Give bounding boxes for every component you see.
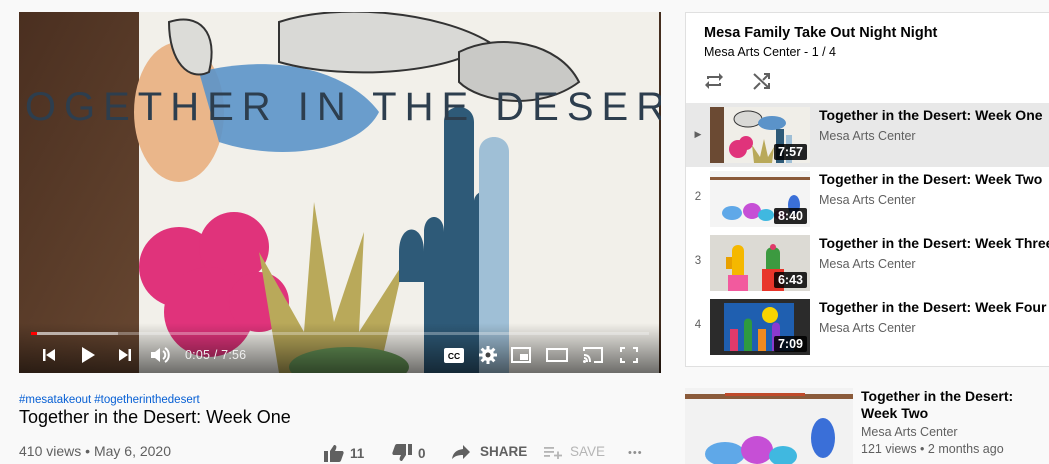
gear-icon xyxy=(479,346,497,364)
playlist-item-channel: Mesa Arts Center xyxy=(819,257,916,271)
playlist-item-title: Together in the Desert: Week One xyxy=(819,107,1043,123)
playlist-item-thumbnail: 6:43 xyxy=(710,235,810,291)
recommended-video[interactable]: Together in the Desert: Week Two Mesa Ar… xyxy=(685,388,1049,464)
theater-mode-button[interactable] xyxy=(545,345,569,365)
fullscreen-icon xyxy=(620,347,638,363)
duration-badge: 7:57 xyxy=(773,144,807,160)
save-label: SAVE xyxy=(570,444,606,459)
progress-played xyxy=(31,332,38,335)
miniplayer-icon xyxy=(511,347,531,363)
volume-icon xyxy=(151,347,170,363)
now-playing-indicator: ▶ xyxy=(694,129,702,139)
view-count: 410 views xyxy=(19,443,82,459)
playlist-add-icon xyxy=(544,446,562,459)
playlist-item[interactable]: 3 6:43 Together in the Desert: Week Thre… xyxy=(686,231,1049,295)
play-button[interactable] xyxy=(77,345,99,365)
dislike-count: 0 xyxy=(418,445,426,461)
recommended-stats: 121 views • 2 months ago xyxy=(861,442,1004,456)
playlist-item-channel: Mesa Arts Center xyxy=(819,129,916,143)
repeat-icon xyxy=(705,73,723,89)
share-button[interactable]: SHARE xyxy=(452,444,527,459)
playlist-item-thumbnail: 7:09 xyxy=(710,299,810,355)
progress-buffered xyxy=(31,332,118,335)
previous-button[interactable] xyxy=(39,345,59,365)
progress-bar[interactable] xyxy=(31,332,649,335)
play-icon xyxy=(82,347,95,363)
playlist-position: 1 / 4 xyxy=(811,45,837,59)
playlist-item-channel: Mesa Arts Center xyxy=(819,321,916,335)
cast-button[interactable] xyxy=(581,345,605,365)
playlist-title[interactable]: Mesa Family Take Out Night Night xyxy=(704,25,937,41)
svg-text:CC: CC xyxy=(448,351,460,361)
hashtag-link[interactable]: #togetherinthedesert xyxy=(94,394,200,406)
duration-badge: 6:43 xyxy=(773,272,807,288)
share-arrow-icon xyxy=(452,444,470,459)
cast-icon xyxy=(583,347,603,363)
video-title: Together in the Desert: Week One xyxy=(19,407,291,427)
playlist-item-title: Together in the Desert: Week Two xyxy=(819,171,1043,187)
total-duration: 7:56 xyxy=(221,348,247,362)
time-display: 0:05 / 7:56 xyxy=(185,348,246,362)
recommended-title: Together in the Desert: Week Two xyxy=(861,388,1014,421)
skip-previous-icon xyxy=(43,349,55,361)
video-player[interactable]: TOGETHER IN THE DESERT 0:05 / 7:56 CC xyxy=(19,12,661,373)
video-frame: TOGETHER IN THE DESERT xyxy=(19,12,661,373)
fullscreen-button[interactable] xyxy=(617,345,641,365)
playlist-item-channel: Mesa Arts Center xyxy=(819,193,916,207)
hashtag-list: #mesatakeout #togetherinthedesert xyxy=(19,394,203,406)
duration-badge: 8:40 xyxy=(773,208,807,224)
playlist-item-thumbnail: 7:57 xyxy=(710,107,810,163)
next-button[interactable] xyxy=(115,345,135,365)
thumbs-up-icon xyxy=(324,445,344,462)
volume-button[interactable] xyxy=(149,345,173,365)
playlist-item-index: 4 xyxy=(694,319,702,331)
like-button[interactable]: 11 xyxy=(324,444,364,462)
miniplayer-button[interactable] xyxy=(509,345,533,365)
theater-mode-icon xyxy=(546,348,568,362)
playlist-subtitle: Mesa Arts Center - 1 / 4 xyxy=(704,45,836,59)
save-button[interactable]: SAVE xyxy=(544,444,605,459)
skip-next-icon xyxy=(119,349,131,361)
playlist-separator: - xyxy=(800,45,812,59)
player-controls: 0:05 / 7:56 CC xyxy=(19,323,661,373)
settings-button[interactable] xyxy=(477,345,499,365)
recommended-thumbnail xyxy=(685,388,853,464)
playlist-item-title: Together in the Desert: Week Four xyxy=(819,299,1047,315)
share-label: SHARE xyxy=(480,444,528,459)
video-meta: 410 views • May 6, 2020 xyxy=(19,443,171,459)
shuffle-button[interactable] xyxy=(750,69,774,93)
dislike-button[interactable]: 0 xyxy=(392,444,426,462)
upload-date: May 6, 2020 xyxy=(93,443,172,459)
playlist-item-index: 2 xyxy=(694,191,702,203)
time-separator: / xyxy=(210,348,222,362)
captions-button[interactable]: CC xyxy=(443,345,465,365)
playlist-item-thumbnail: 8:40 xyxy=(710,171,810,227)
more-actions-button[interactable]: ••• xyxy=(628,447,643,459)
hashtag-link[interactable]: #mesatakeout xyxy=(19,394,91,406)
meta-separator: • xyxy=(81,443,94,459)
closed-captions-icon: CC xyxy=(444,347,464,363)
like-count: 11 xyxy=(350,445,365,461)
playlist-item-index: 3 xyxy=(694,255,702,267)
duration-badge: 7:09 xyxy=(773,336,807,352)
playlist-item[interactable]: ▶ 7:57 Together in the Desert: Week One … xyxy=(686,103,1049,167)
current-time: 0:05 xyxy=(185,348,211,362)
playlist-header: Mesa Family Take Out Night Night Mesa Ar… xyxy=(686,13,1049,103)
playlist-item-title: Together in the Desert: Week Three xyxy=(819,235,1049,251)
shuffle-icon xyxy=(753,73,770,90)
loop-button[interactable] xyxy=(702,69,726,93)
playlist-item[interactable]: 4 7:09 Together in the Desert: Week Four… xyxy=(686,295,1049,359)
thumbs-down-icon xyxy=(392,444,412,461)
recommended-channel: Mesa Arts Center xyxy=(861,425,958,439)
thumbnail-image xyxy=(685,388,853,464)
playlist-panel: Mesa Family Take Out Night Night Mesa Ar… xyxy=(685,12,1049,367)
playlist-channel[interactable]: Mesa Arts Center xyxy=(704,45,801,59)
playlist-item[interactable]: 2 8:40 Together in the Desert: Week Two … xyxy=(686,167,1049,231)
video-overlay-title: TOGETHER IN THE DESERT xyxy=(19,85,661,129)
more-horizontal-icon: ••• xyxy=(628,447,643,459)
